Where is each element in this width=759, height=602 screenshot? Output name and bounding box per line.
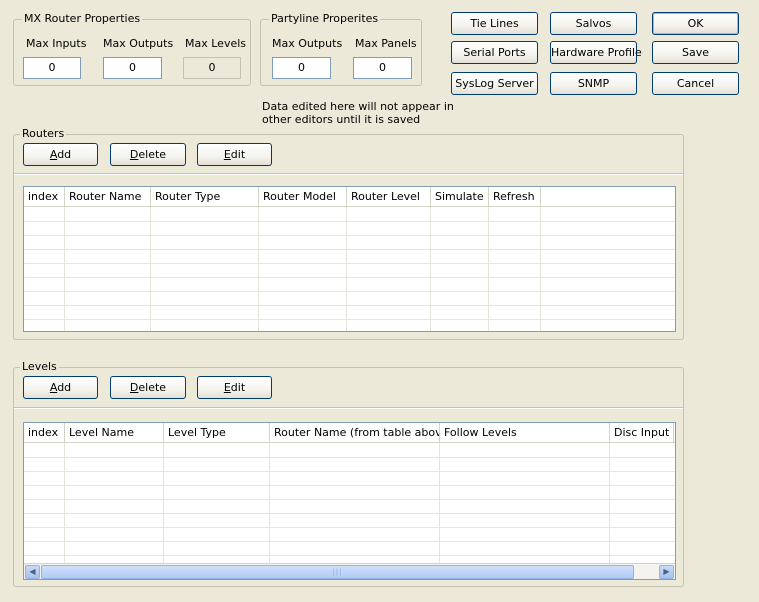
- levels-title: Levels: [20, 360, 59, 374]
- unsaved-notice-line-1: Data edited here will not appear in: [262, 100, 454, 113]
- max-inputs-field[interactable]: 0: [23, 57, 81, 79]
- tie-lines-button[interactable]: Tie Lines: [451, 12, 538, 35]
- unsaved-notice-line-2: other editors until it is saved: [262, 113, 421, 126]
- levels-table-grid: [24, 443, 675, 565]
- levels-column-header[interactable]: Router Name (from table above): [270, 423, 440, 443]
- max-panels-field[interactable]: 0: [353, 57, 412, 79]
- levels-add-button[interactable]: Add: [23, 376, 98, 399]
- routers-column-header[interactable]: Refresh: [489, 187, 541, 207]
- routers-table-header: index Router Name Router Type Router Model R…: [24, 187, 675, 207]
- cancel-button[interactable]: Cancel: [652, 72, 739, 95]
- scroll-left-arrow-icon[interactable]: ◀: [25, 565, 40, 579]
- routers-column-header[interactable]: index: [24, 187, 65, 207]
- routers-delete-button[interactable]: Delete: [110, 143, 186, 166]
- routers-header-filler: [541, 187, 675, 207]
- levels-column-header[interactable]: Level Type: [164, 423, 270, 443]
- serial-ports-button[interactable]: Serial Ports: [451, 41, 538, 64]
- partyline-properties-title: Partyline Properites: [269, 12, 381, 26]
- routers-title: Routers: [20, 127, 67, 141]
- routers-table-grid: [24, 207, 675, 331]
- levels-edit-button[interactable]: Edit: [197, 376, 272, 399]
- routers-column-header[interactable]: Router Level: [347, 187, 431, 207]
- levels-header-filler: [674, 423, 675, 443]
- routers-column-header[interactable]: Simulate: [431, 187, 489, 207]
- partyline-max-outputs-field[interactable]: 0: [272, 57, 331, 79]
- hardware-profile-button[interactable]: Hardware Profile: [550, 41, 642, 64]
- routers-column-header[interactable]: Router Model: [259, 187, 347, 207]
- routers-table-body: [24, 207, 675, 331]
- routers-toolbar-divider: [14, 173, 683, 175]
- syslog-server-button[interactable]: SysLog Server: [451, 72, 538, 95]
- levels-toolbar-divider: [14, 407, 683, 409]
- max-outputs-field[interactable]: 0: [103, 57, 162, 79]
- levels-table[interactable]: index Level Name Level Type Router Name (fr…: [23, 422, 676, 580]
- routers-column-header[interactable]: Router Name: [65, 187, 151, 207]
- max-panels-label: Max Panels: [355, 37, 417, 50]
- levels-column-header[interactable]: Disc Input: [610, 423, 674, 443]
- levels-column-header[interactable]: index: [24, 423, 65, 443]
- levels-table-body: [24, 443, 675, 579]
- scrollbar-thumb[interactable]: |||: [41, 565, 634, 579]
- levels-horizontal-scrollbar[interactable]: ◀ ||| ▶: [24, 563, 675, 579]
- levels-column-header[interactable]: Level Name: [65, 423, 164, 443]
- max-levels-field: 0: [183, 57, 241, 79]
- scroll-right-arrow-icon[interactable]: ▶: [659, 565, 674, 579]
- routers-table[interactable]: index Router Name Router Type Router Model R…: [23, 186, 676, 332]
- levels-delete-button[interactable]: Delete: [110, 376, 186, 399]
- routers-edit-button[interactable]: Edit: [197, 143, 272, 166]
- mx-router-properties-title: MX Router Properties: [22, 12, 143, 26]
- snmp-button[interactable]: SNMP: [550, 72, 637, 95]
- max-inputs-label: Max Inputs: [26, 37, 87, 50]
- levels-column-header[interactable]: Follow Levels: [440, 423, 610, 443]
- routers-add-button[interactable]: Add: [23, 143, 98, 166]
- save-button[interactable]: Save: [652, 41, 739, 64]
- partyline-max-outputs-label: Max Outputs: [272, 37, 343, 50]
- routers-column-header[interactable]: Router Type: [151, 187, 259, 207]
- levels-table-header: index Level Name Level Type Router Name (fr…: [24, 423, 675, 443]
- max-levels-label: Max Levels: [185, 37, 247, 50]
- ok-button[interactable]: OK: [652, 12, 739, 35]
- max-outputs-label: Max Outputs: [103, 37, 174, 50]
- salvos-button[interactable]: Salvos: [550, 12, 637, 35]
